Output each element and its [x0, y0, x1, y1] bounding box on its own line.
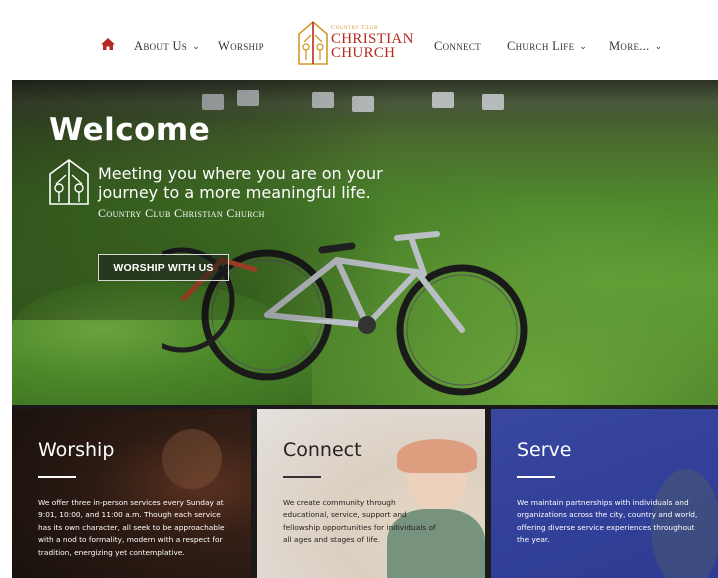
worship-with-us-button[interactable]: WORSHIP WITH US: [98, 254, 229, 281]
hero-title: Welcome: [49, 112, 211, 148]
chevron-down-icon: ⌄: [654, 40, 663, 51]
card-divider: [517, 476, 555, 478]
nav-item-more[interactable]: More... ⌄: [609, 12, 662, 80]
logo-line-1: Christian: [331, 31, 414, 47]
hero-church-name: Country Club Christian Church: [98, 206, 265, 220]
nav-item-church-life[interactable]: Church Life ⌄: [507, 12, 587, 80]
chevron-down-icon: ⌄: [192, 40, 200, 51]
card-divider: [283, 476, 321, 478]
nav-item-worship[interactable]: Worship: [218, 12, 264, 80]
church-logo[interactable]: Country Club Christian Church: [297, 18, 413, 74]
logo-line-2: Church: [331, 45, 396, 61]
worship-card[interactable]: Worship We offer three in-person service…: [12, 409, 251, 578]
logo-small-text: Country Club: [331, 24, 378, 31]
top-nav: About Us ⌄ Worship Country Club Christia…: [12, 12, 718, 80]
lawn-chair-image: [482, 94, 504, 110]
nav-item-label: Connect: [434, 38, 481, 53]
nav-item-label: Worship: [218, 38, 264, 53]
card-overlay: [491, 409, 718, 578]
card-title: Worship: [38, 439, 115, 461]
card-body: We maintain partnerships with individual…: [517, 498, 698, 545]
home-icon[interactable]: [100, 37, 116, 51]
card-body: We create community through educational,…: [283, 498, 436, 545]
nav-item-about-us[interactable]: About Us ⌄: [134, 12, 200, 80]
card-body: We offer three in-person services every …: [38, 498, 225, 557]
connect-card[interactable]: Connect We create community through educ…: [257, 409, 485, 578]
hero-subtitle: Meeting you where you are on your journe…: [98, 164, 383, 202]
card-title: Serve: [517, 439, 572, 461]
nav-item-connect[interactable]: Connect: [434, 12, 481, 80]
disciples-chalice-icon: [49, 159, 89, 205]
serve-card[interactable]: Serve We maintain partnerships with indi…: [491, 409, 718, 578]
card-divider: [38, 476, 76, 478]
chalice-logo-icon: [298, 20, 328, 65]
card-overlay: [257, 409, 485, 578]
nav-item-label: About Us: [134, 38, 188, 53]
nav-item-label: More...: [609, 38, 650, 53]
nav-item-label: Church Life: [507, 38, 575, 53]
chevron-down-icon: ⌄: [579, 40, 588, 51]
lawn-chair-image: [432, 92, 454, 108]
hero-banner: Welcome Meeting you where you are on you…: [12, 80, 718, 405]
card-title: Connect: [283, 439, 362, 461]
page: About Us ⌄ Worship Country Club Christia…: [12, 12, 718, 578]
